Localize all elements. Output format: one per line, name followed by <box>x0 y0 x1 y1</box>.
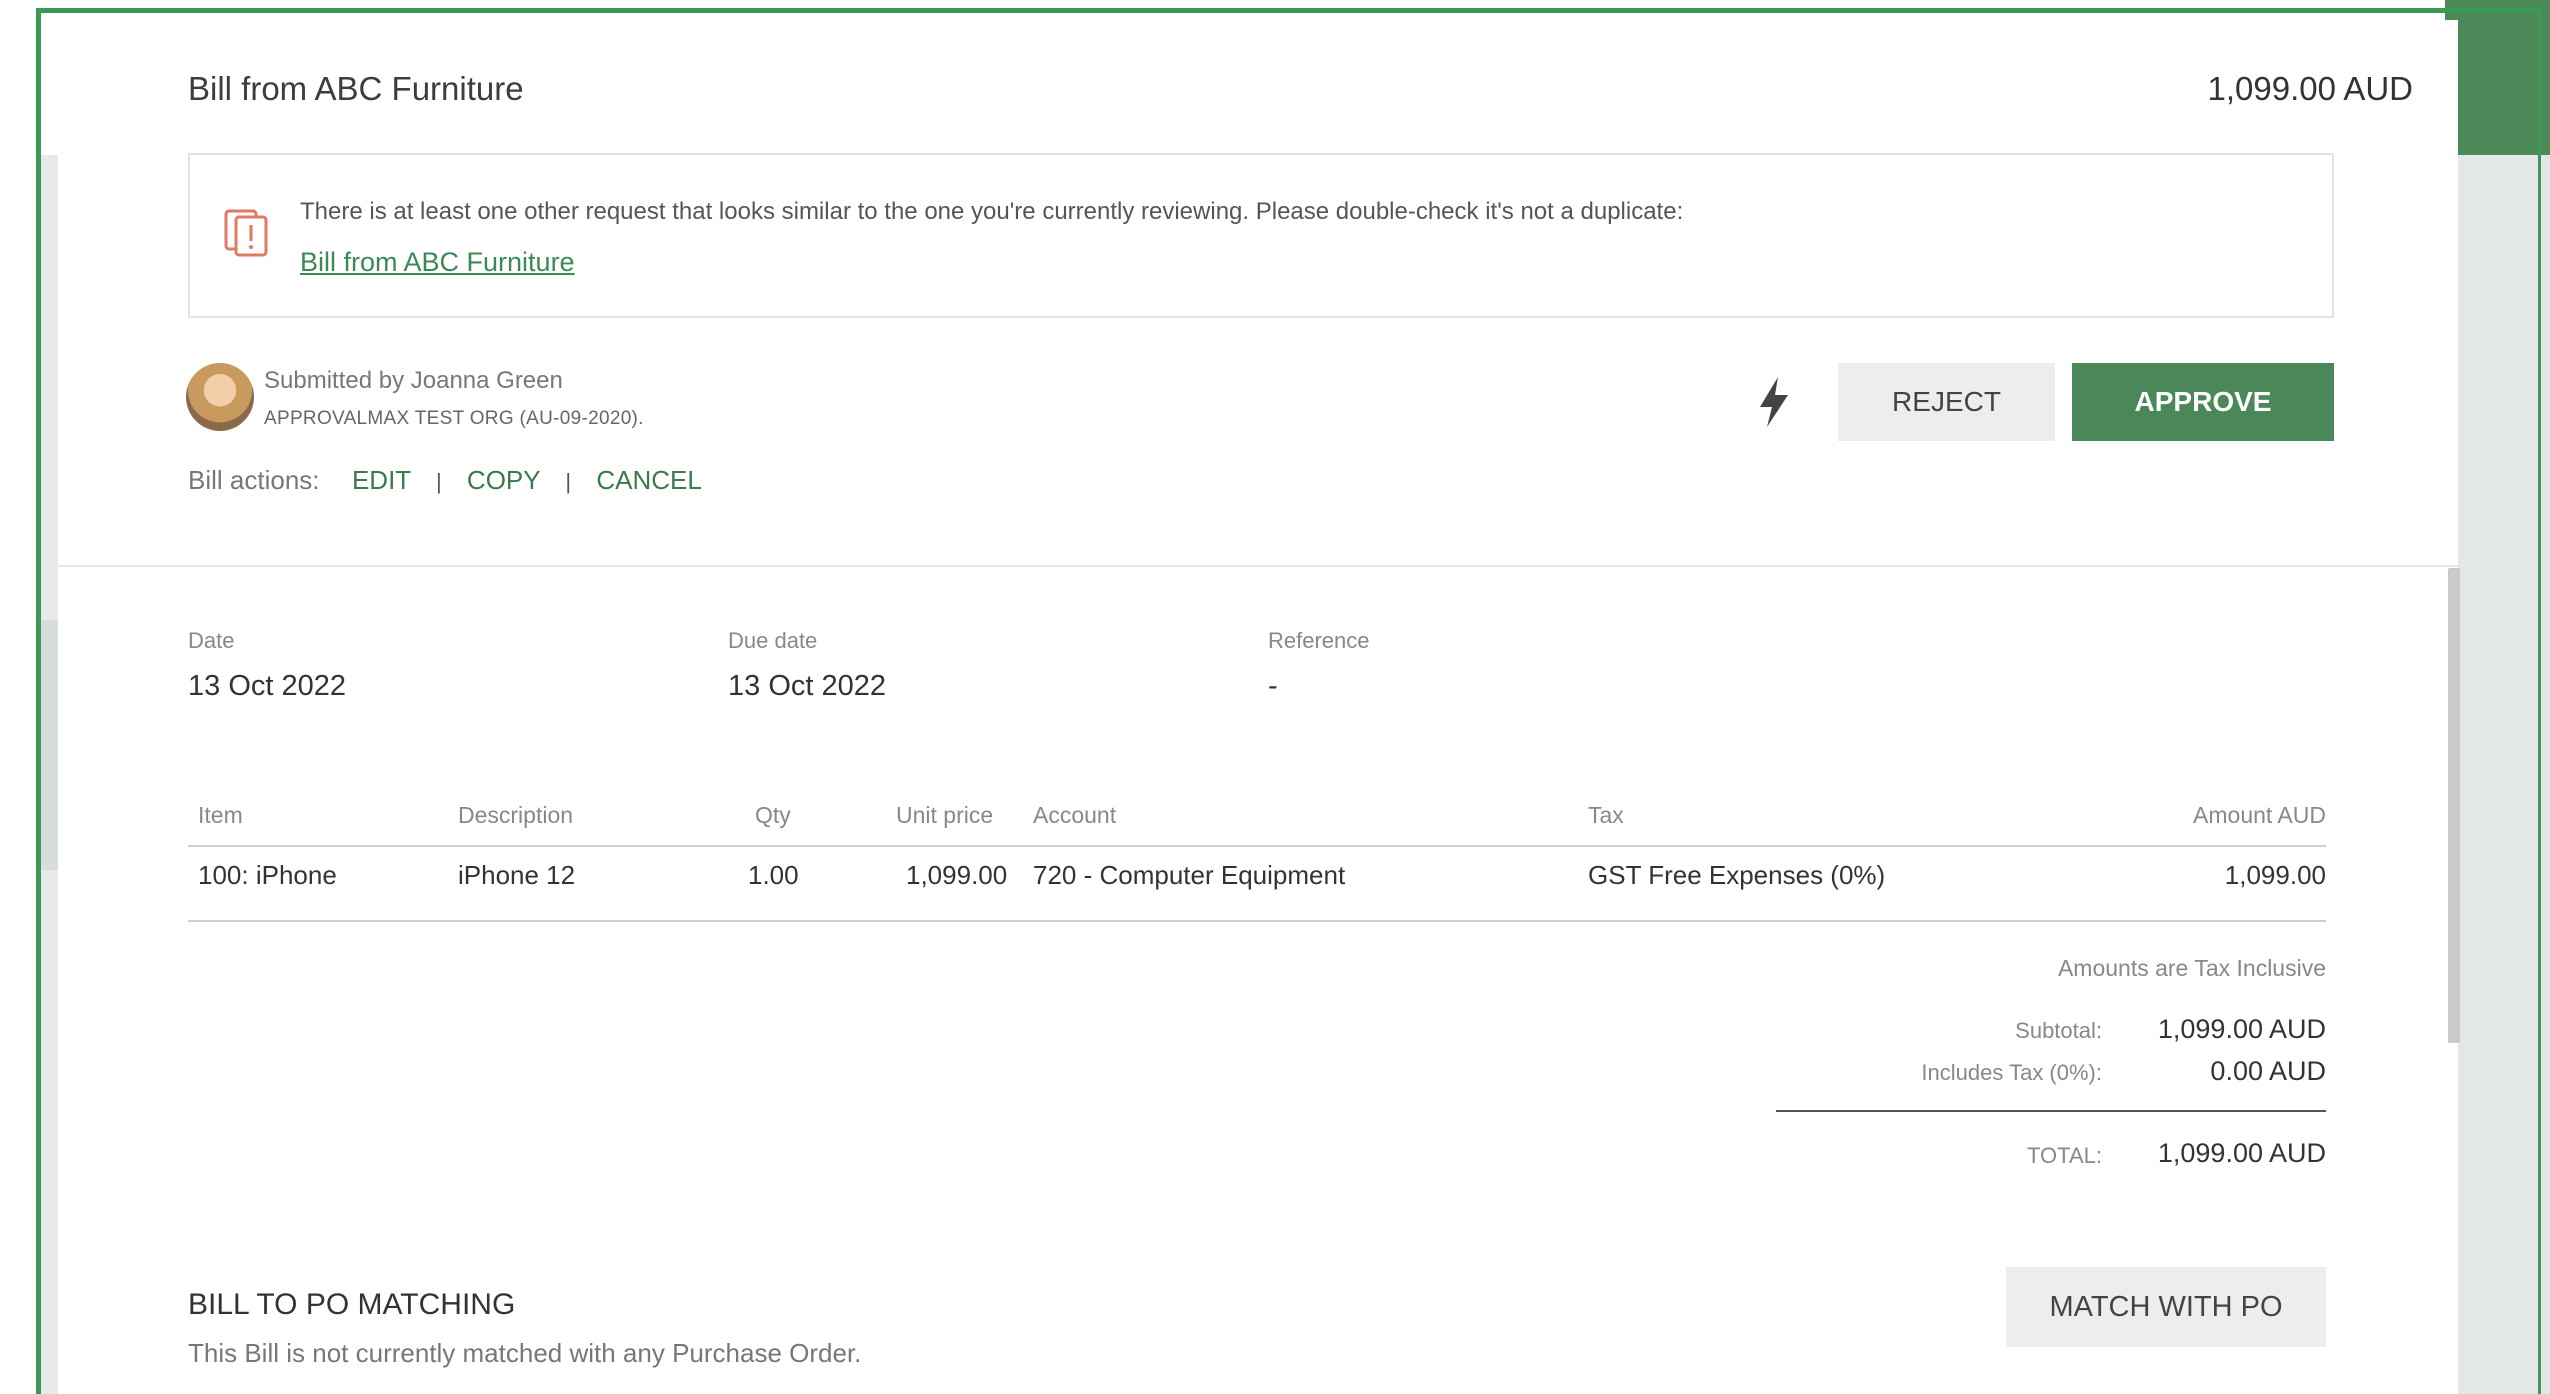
po-matching-text: This Bill is not currently matched with … <box>188 1338 862 1368</box>
subtotal-value: 1,099.00 AUD <box>2157 1014 2326 1044</box>
includes-tax-value: 0.00 AUD <box>2210 1056 2326 1086</box>
bill-amount: 1,099.00 AUD <box>2207 70 2413 107</box>
total-label: TOTAL: <box>2027 1143 2102 1168</box>
reject-button[interactable]: REJECT <box>1838 363 2055 441</box>
tax-inclusive-note: Amounts are Tax Inclusive <box>2057 955 2326 981</box>
column-header-item: Item <box>198 802 243 828</box>
cell-account: 720 - Computer Equipment <box>1033 860 1346 890</box>
cell-unit-price: 1,099.00 <box>906 860 1008 890</box>
background-panel-left-scroll <box>36 620 58 870</box>
table-footer-divider <box>188 920 2326 922</box>
duplicate-warning-box: There is at least one other request that… <box>188 153 2334 318</box>
lightning-icon[interactable] <box>1756 375 1792 429</box>
cell-item: 100: iPhone <box>198 860 337 890</box>
separator: | <box>435 469 442 494</box>
subtotal-label: Subtotal: <box>2015 1018 2102 1043</box>
background-header-green <box>2445 0 2550 155</box>
avatar <box>186 363 254 431</box>
column-header-description: Description <box>458 802 574 828</box>
total-value: 1,099.00 AUD <box>2157 1138 2326 1168</box>
date-label: Date <box>188 628 235 653</box>
column-header-account: Account <box>1033 802 1117 828</box>
po-matching-title: BILL TO PO MATCHING <box>188 1288 516 1321</box>
duplicate-icon <box>224 209 268 257</box>
includes-tax-label: Includes Tax (0%): <box>1921 1060 2102 1085</box>
duplicate-bill-link[interactable]: Bill from ABC Furniture <box>300 247 575 278</box>
separator: | <box>565 469 572 494</box>
bill-actions: Bill actions: EDIT | COPY | CANCEL <box>188 465 702 496</box>
column-header-tax: Tax <box>1588 802 1624 828</box>
column-header-qty: Qty <box>755 802 791 828</box>
column-header-unit-price: Unit price <box>896 802 994 828</box>
bill-review-modal: Bill from ABC Furniture 1,099.00 AUD The… <box>58 20 2460 1394</box>
date-value: 13 Oct 2022 <box>188 670 346 702</box>
reference-label: Reference <box>1268 628 1370 653</box>
duplicate-warning-text: There is at least one other request that… <box>300 198 1684 225</box>
submitted-by: Submitted by Joanna Green <box>264 367 563 394</box>
cell-tax: GST Free Expenses (0%) <box>1588 860 1886 890</box>
cell-qty: 1.00 <box>748 860 799 890</box>
copy-link[interactable]: COPY <box>467 465 540 495</box>
due-date-label: Due date <box>728 628 818 653</box>
bill-title: Bill from ABC Furniture <box>188 70 524 107</box>
scrollbar[interactable] <box>2448 568 2460 1043</box>
background-left <box>0 0 36 1394</box>
approve-button[interactable]: APPROVE <box>2072 363 2334 441</box>
background-panel-right <box>2445 155 2550 1394</box>
cancel-link[interactable]: CANCEL <box>596 465 701 495</box>
match-with-po-button[interactable]: MATCH WITH PO <box>2006 1267 2326 1347</box>
column-header-amount: Amount AUD <box>2193 802 2326 828</box>
cell-amount: 1,099.00 <box>2224 860 2326 890</box>
table-header-divider <box>188 845 2326 847</box>
reference-value: - <box>1268 670 1278 702</box>
cell-description: iPhone 12 <box>458 860 576 890</box>
section-divider <box>58 565 2458 567</box>
totals-divider <box>1776 1110 2326 1112</box>
organization-name: APPROVALMAX TEST ORG (AU-09-2020). <box>264 408 644 429</box>
edit-link[interactable]: EDIT <box>352 465 411 495</box>
due-date-value: 13 Oct 2022 <box>728 670 886 702</box>
bill-actions-label: Bill actions: <box>188 465 320 495</box>
